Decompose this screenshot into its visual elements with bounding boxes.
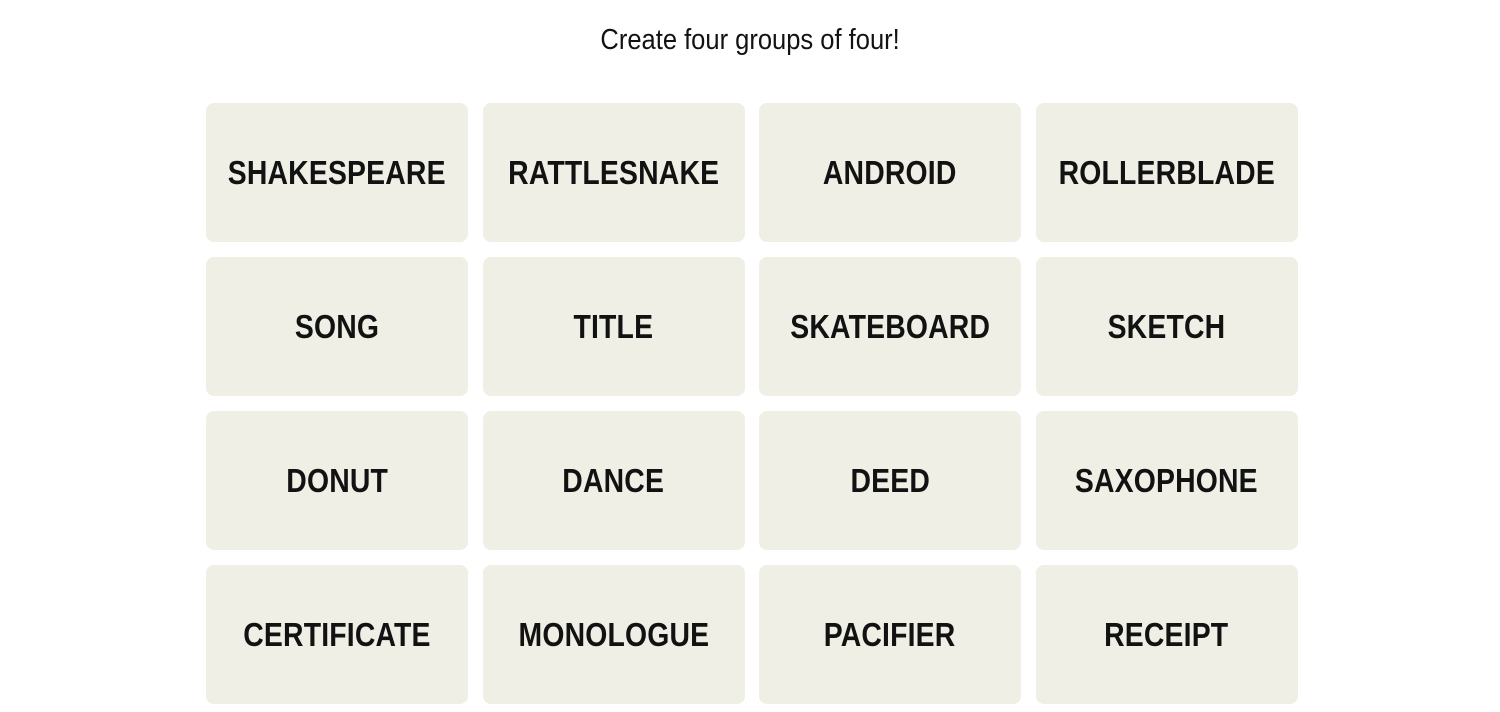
tile-label: SKATEBOARD [790, 307, 990, 345]
word-tile[interactable]: SONG [206, 257, 468, 396]
word-tile[interactable]: CERTIFICATE [206, 565, 468, 704]
word-tile[interactable]: PACIFIER [759, 565, 1021, 704]
tile-label: DONUT [286, 461, 388, 499]
tile-label: DANCE [562, 461, 665, 499]
instructions-label: Create four groups of four! [600, 24, 900, 56]
tile-label: PACIFIER [824, 615, 956, 653]
word-tile[interactable]: ROLLERBLADE [1035, 103, 1298, 242]
tile-label: SKETCH [1107, 307, 1226, 345]
word-tile[interactable]: SAXOPHONE [1035, 411, 1298, 550]
word-tile[interactable]: DEED [759, 411, 1021, 550]
tile-label: MONOLOGUE [518, 615, 709, 653]
word-tile[interactable]: RECEIPT [1035, 565, 1298, 704]
word-tile[interactable]: ANDROID [759, 103, 1021, 242]
tile-label: TITLE [573, 307, 654, 345]
word-tile[interactable]: MONOLOGUE [482, 565, 745, 704]
word-grid: SHAKESPEARE RATTLESNAKE ANDROID ROLLERBL… [206, 103, 1298, 704]
word-tile[interactable]: SHAKESPEARE [206, 103, 468, 242]
word-tile[interactable]: DANCE [482, 411, 745, 550]
tile-label: RECEIPT [1104, 615, 1229, 653]
tile-label: RATTLESNAKE [507, 153, 720, 191]
word-tile[interactable]: DONUT [206, 411, 468, 550]
tile-label: ANDROID [823, 153, 957, 191]
word-tile[interactable]: SKATEBOARD [759, 257, 1021, 396]
tile-label: DEED [850, 461, 930, 499]
tile-label: CERTIFICATE [243, 615, 431, 653]
tile-label: SHAKESPEARE [228, 153, 446, 191]
tile-label: SAXOPHONE [1075, 461, 1258, 499]
instructions-text: Create four groups of four! [0, 24, 1500, 57]
tile-label: ROLLERBLADE [1058, 153, 1275, 191]
word-tile[interactable]: SKETCH [1035, 257, 1298, 396]
tile-label: SONG [294, 307, 380, 345]
word-tile[interactable]: RATTLESNAKE [482, 103, 745, 242]
word-tile[interactable]: TITLE [482, 257, 745, 396]
